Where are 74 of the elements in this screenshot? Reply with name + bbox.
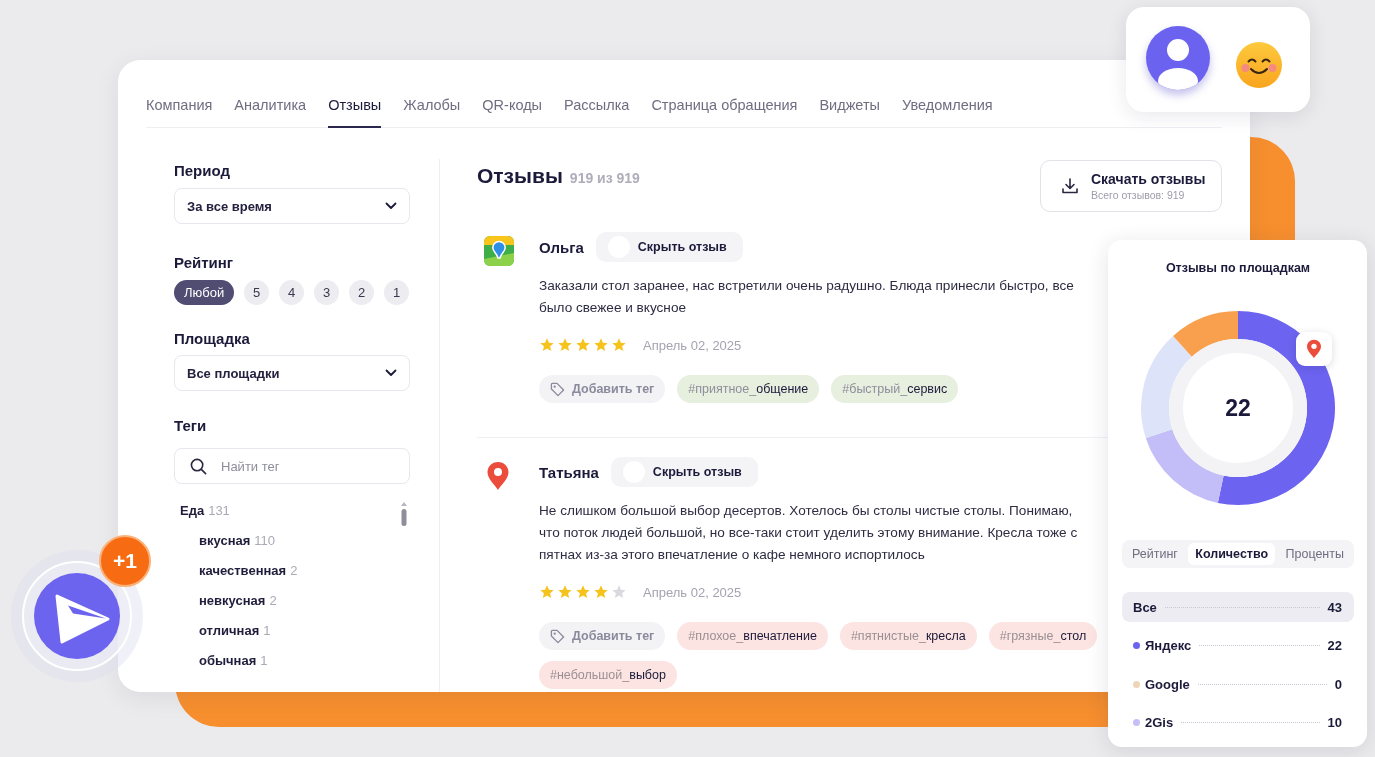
star-icon (539, 584, 555, 600)
scrollbar[interactable] (400, 502, 408, 526)
author-name: Татьяна (539, 463, 599, 481)
notification-badge: +1 (99, 535, 151, 587)
hide-review-toggle[interactable]: Скрыть отзыв (595, 232, 743, 262)
platform-row[interactable]: Все 43 (1122, 592, 1354, 622)
star-icon (611, 337, 627, 353)
rating-chip[interactable]: 3 (314, 280, 340, 305)
avatar-icon[interactable] (1146, 26, 1210, 90)
star-icon (557, 584, 573, 600)
segment-tab[interactable]: Количество (1188, 543, 1276, 565)
segment-tab[interactable]: Проценты (1278, 543, 1351, 565)
review-tag: #приятное_общение (677, 375, 820, 403)
review-date: Апрель 02, 2025 (643, 584, 742, 600)
review-tag: #грязные_стол (988, 622, 1098, 650)
review-text: Не слишком большой выбор десертов. Хотелось бы столы чистые столы. Понимаю, что поток людей большой, но все-таки стоит уделить этому внимание. Кресла тоже с пятнах из-за этого впечатление о кафе немного испортилось (539, 502, 1079, 564)
rating-chip[interactable]: 2 (349, 280, 375, 305)
section-title: Отзывы (477, 165, 563, 187)
nav-tab[interactable]: Виджеты (819, 97, 880, 128)
smiley-icon (1236, 42, 1282, 88)
search-icon (190, 458, 207, 475)
review-count: 919 из 919 (569, 170, 640, 186)
review-tag: #быстрый_сервис (831, 375, 959, 403)
filter-label: Рейтинг (174, 254, 235, 272)
star-icon (593, 584, 609, 600)
map-pin-icon (1296, 332, 1332, 366)
download-icon (1061, 177, 1079, 195)
filter-label: Период (174, 162, 231, 180)
filter-label: Теги (174, 417, 208, 435)
review-date: Апрель 02, 2025 (643, 337, 742, 353)
nav-tab[interactable]: Отзывы (328, 97, 382, 128)
star-icon (575, 337, 591, 353)
tag-tree-item[interactable]: обычная 1 (174, 645, 268, 675)
nav-tab[interactable]: Компания (146, 97, 213, 128)
rating-chip[interactable]: 5 (244, 280, 270, 305)
rating-chip[interactable]: 1 (384, 280, 410, 305)
review-tag: #небольшой_выбор (539, 661, 677, 689)
star-icon (575, 584, 591, 600)
star-icon (539, 337, 555, 353)
tag-tree-item[interactable]: Еда 131 (174, 495, 230, 525)
tag-tree-item[interactable]: невкусная 2 (174, 585, 277, 615)
filter-label: Площадка (174, 330, 251, 348)
nav-tab[interactable]: Рассылка (564, 97, 630, 128)
map-pin-icon (486, 461, 510, 491)
star-icon (611, 584, 627, 600)
nav-tab[interactable]: Аналитика (234, 97, 307, 128)
nav-tab[interactable]: Страница обращения (651, 97, 798, 128)
nav-tab[interactable]: Жалобы (403, 97, 461, 128)
nav-tab[interactable]: QR-коды (482, 97, 542, 128)
star-icon (593, 337, 609, 353)
chevron-down-icon (385, 202, 397, 210)
star-icon (557, 337, 573, 353)
tag-tree-item[interactable]: вкусная 110 (174, 525, 276, 555)
stats-title: Отзывы по площадкам (1164, 261, 1312, 276)
map-icon (484, 236, 514, 266)
period-select[interactable]: За все время (174, 188, 410, 224)
segment-tab[interactable]: Рейтинг (1125, 543, 1185, 565)
review-text: Заказали стол заранее, нас встретили очень радушно. Блюда принесли быстро, все было свежее и вкусное (539, 277, 1075, 317)
tag-icon (550, 381, 565, 397)
tag-tree-item[interactable]: отличная 1 (174, 615, 271, 645)
tag-icon (550, 628, 565, 644)
review-tag: #пятнистые_кресла (839, 622, 977, 650)
rating-chip[interactable]: 4 (279, 280, 305, 305)
download-button[interactable]: Скачать отзывы Всего отзывов: 919 (1040, 160, 1222, 212)
donut-center-value: 22 (1225, 395, 1251, 421)
rating-chip[interactable]: Любой (174, 280, 235, 305)
platform-select[interactable]: Все площадки (174, 355, 410, 391)
tag-search-field[interactable]: Найти тег (174, 448, 410, 484)
hide-review-toggle[interactable]: Скрыть отзыв (610, 457, 758, 487)
author-name: Ольга (539, 238, 584, 256)
nav-tab[interactable]: Уведомления (902, 97, 993, 128)
review-tag: #плохое_впечатление (677, 622, 828, 650)
chevron-down-icon (385, 369, 397, 377)
tag-tree-item[interactable]: качественная 2 (174, 555, 298, 585)
